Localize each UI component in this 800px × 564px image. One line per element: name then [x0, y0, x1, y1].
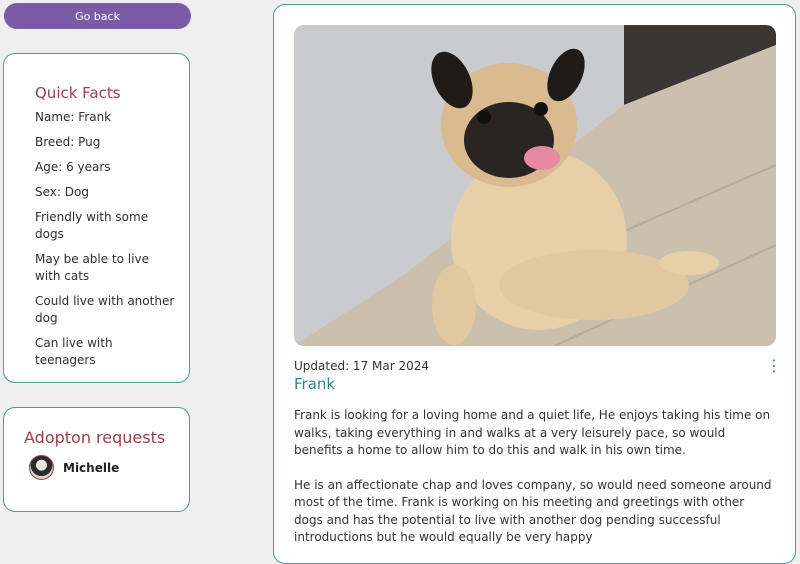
quick-facts-list: Name: Frank Breed: Pug Age: 6 years Sex:… — [35, 109, 175, 369]
fact-item: Friendly with some dogs — [35, 210, 149, 241]
avatar — [29, 455, 54, 480]
updated-date: Updated: 17 Mar 2024 — [294, 359, 430, 373]
adoption-request-item[interactable]: Michelle — [24, 455, 189, 480]
go-back-button[interactable]: Go back — [4, 3, 191, 29]
requester-name: Michelle — [63, 460, 120, 475]
adoption-requests-card: Adopton requests Michelle — [3, 407, 190, 512]
quick-facts-title: Quick Facts — [35, 84, 121, 102]
description-paragraph: Frank is looking for a loving home and a… — [294, 408, 771, 457]
pet-photo — [294, 25, 776, 346]
pet-name: Frank — [294, 375, 336, 393]
fact-item: Could live with another dog — [35, 294, 175, 325]
adoption-requests-title: Adopton requests — [24, 428, 166, 447]
fact-item: Name: Frank — [35, 110, 112, 124]
description-paragraph: He is an affectionate chap and loves com… — [294, 477, 772, 545]
more-options-icon[interactable]: ⋮ — [766, 358, 782, 374]
fact-item: Breed: Pug — [35, 135, 101, 149]
pet-profile-card: Updated: 17 Mar 2024 ⋮ Frank Frank is lo… — [273, 4, 796, 564]
pet-description: Frank is looking for a loving home and a… — [294, 407, 775, 547]
fact-item: May be able to live with cats — [35, 252, 149, 283]
pet-meta-row: Updated: 17 Mar 2024 ⋮ — [294, 358, 782, 374]
fact-item: Sex: Dog — [35, 185, 89, 199]
quick-facts-card: Quick Facts Name: Frank Breed: Pug Age: … — [3, 53, 190, 383]
fact-item: Can live with teenagers — [35, 336, 113, 367]
fact-item: Age: 6 years — [35, 160, 111, 174]
